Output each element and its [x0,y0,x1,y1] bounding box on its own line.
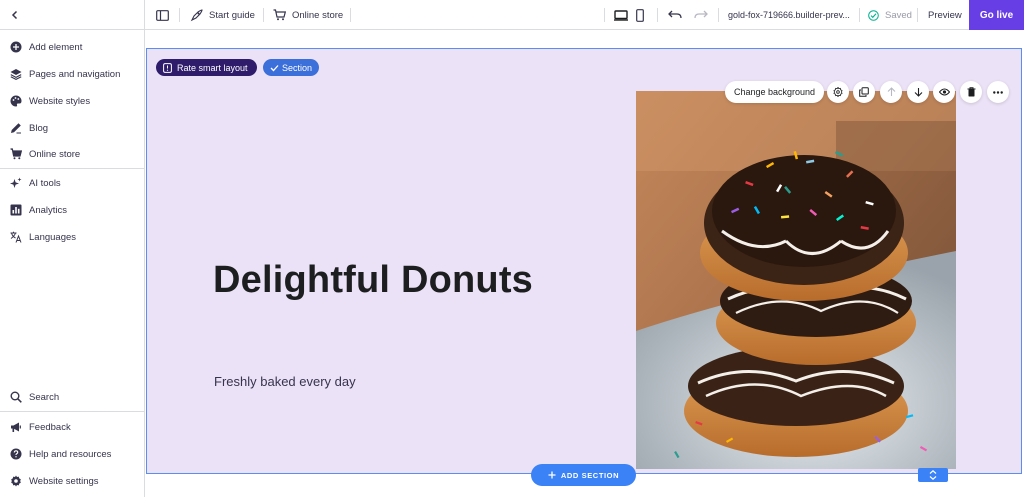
redo-icon [694,10,708,19]
saved-label: Saved [885,9,912,21]
delete-section-button[interactable] [960,81,982,103]
change-background-button[interactable]: Change background [725,81,825,103]
sidebar-item-analytics[interactable]: Analytics [0,198,144,222]
sidebar-item-label: Languages [29,231,77,243]
website-builder: Start guide Online store gold-fox-719666… [0,0,1024,497]
sidebar-item-label: Website styles [29,95,91,107]
preview-label: Preview [928,9,962,21]
section-tag[interactable]: Section [263,59,320,76]
plus-icon [548,471,556,479]
arrow-down-icon [914,88,922,97]
sidebar-item-add-element[interactable]: Add element [0,35,144,59]
site-url[interactable]: gold-fox-719666.builder-prev... [728,0,850,30]
trash-icon [967,87,975,97]
rate-smart-layout-label: Rate smart layout [177,62,248,73]
check-icon [270,64,279,71]
desktop-view-button[interactable] [614,0,628,30]
megaphone-icon [10,421,22,433]
sidebar-toggle-button[interactable] [156,0,169,30]
sidebar-item-label: Blog [29,122,49,134]
sidebar-item-website-settings[interactable]: Website settings [0,469,144,493]
sidebar-item-label: AI tools [29,177,61,189]
translate-icon [10,231,22,243]
sidebar-divider [0,411,144,412]
sidebar-item-feedback[interactable]: Feedback [0,415,144,439]
undo-button[interactable] [668,0,682,30]
section-tag-label: Section [282,62,313,73]
desktop-icon [614,9,628,21]
editor-canvas: Rate smart layout Section Delightful Don… [146,31,1024,497]
toggle-visibility-button[interactable] [933,81,955,103]
hero-section[interactable]: Rate smart layout Section Delightful Don… [146,48,1022,474]
online-store-label: Online store [292,9,344,21]
duplicate-section-button[interactable] [853,81,875,103]
go-live-button[interactable]: Go live [969,0,1024,30]
mobile-icon [636,8,644,22]
more-icon [993,90,1003,94]
chart-icon [10,204,22,216]
copy-icon [859,87,869,97]
sidebar-item-pages-and-navigation[interactable]: Pages and navigation [0,62,144,86]
sidebar-item-help-and-resources[interactable]: Help and resources [0,442,144,466]
pen-icon [10,122,22,134]
redo-button[interactable] [694,0,708,30]
sidebar-item-search[interactable]: Search [0,385,144,409]
start-guide-button[interactable]: Start guide [190,0,255,30]
sparkle-icon [10,177,22,189]
search-icon [10,391,22,403]
back-button[interactable] [0,0,145,30]
sidebar-item-label: Online store [29,148,81,160]
help-icon [10,448,22,460]
arrow-up-icon [887,87,895,96]
sidebar-item-languages[interactable]: Languages [0,225,144,249]
add-section-label: ADD SECTION [560,470,620,480]
more-options-button[interactable] [987,81,1009,103]
sidebar-item-label: Add element [29,41,83,53]
sidebar-item-label: Search [29,391,60,403]
undo-icon [668,10,682,19]
palette-icon [10,95,22,107]
start-guide-label: Start guide [209,9,255,21]
sidebar-item-label: Help and resources [29,448,112,460]
preview-button[interactable]: Preview [928,0,962,30]
layers-icon [10,68,22,80]
mobile-view-button[interactable] [636,0,644,30]
cart-icon [273,9,286,21]
plus-circle-icon [10,41,22,53]
sidebar-item-label: Pages and navigation [29,68,121,80]
rate-smart-layout-button[interactable]: Rate smart layout [156,59,257,76]
sidebar-divider [0,168,144,169]
rate-icon [163,62,172,73]
section-settings-button[interactable] [827,81,849,103]
eye-icon [938,88,950,96]
rocket-icon [190,8,203,21]
check-circle-icon [868,9,879,21]
sidebar-item-website-styles[interactable]: Website styles [0,89,144,113]
online-store-button[interactable]: Online store [273,0,343,30]
hero-subheading[interactable]: Freshly baked every day [214,374,356,389]
resize-vertical-icon [929,470,937,480]
add-section-button[interactable]: ADD SECTION [531,464,636,486]
hero-headline[interactable]: Delightful Donuts [213,259,533,302]
cart-icon [10,148,22,160]
sidebar-item-ai-tools[interactable]: AI tools [0,171,144,195]
sidebar-item-label: Feedback [29,421,71,433]
move-up-button[interactable] [880,81,902,103]
saved-status: Saved [868,0,912,30]
sidebar-item-blog[interactable]: Blog [0,116,144,140]
donut-image[interactable] [636,91,956,469]
move-down-button[interactable] [907,81,929,103]
site-url-label: gold-fox-719666.builder-prev... [728,10,850,20]
top-bar: Start guide Online store gold-fox-719666… [0,0,1024,30]
section-resize-handle[interactable] [918,468,948,482]
gear-icon [10,475,22,487]
sidebar-item-online-store[interactable]: Online store [0,142,144,166]
sidebar-toggle-icon [156,9,169,21]
sidebar: Add element Pages and navigation Website… [0,30,145,497]
gear-icon [833,87,843,97]
sidebar-item-label: Website settings [29,475,99,487]
chevron-left-icon [11,10,18,20]
sidebar-item-label: Analytics [29,204,68,216]
